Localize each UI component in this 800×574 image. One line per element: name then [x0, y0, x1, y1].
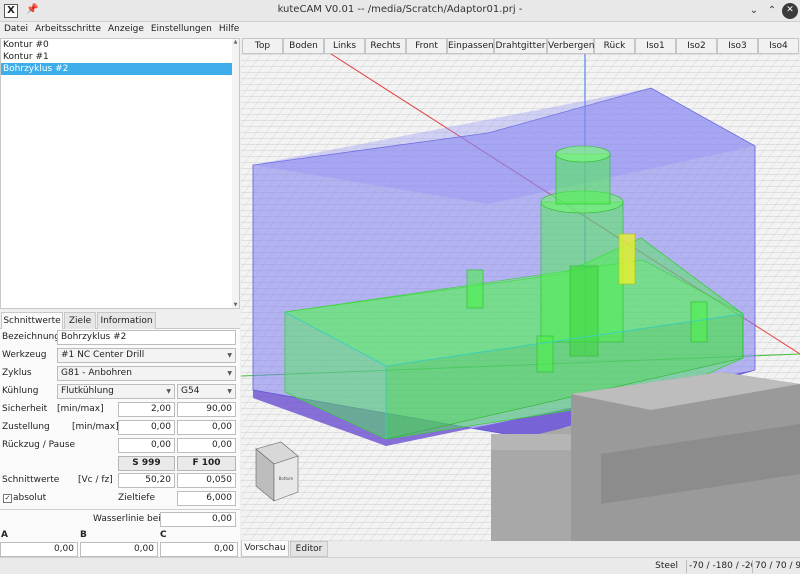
- chevron-down-icon: ▼: [227, 370, 232, 377]
- view-front-button[interactable]: Front: [406, 38, 447, 54]
- view-right-button[interactable]: Rechts: [365, 38, 406, 54]
- col-b-label: B: [80, 530, 87, 540]
- zieltiefe-label: Zieltiefe: [118, 493, 155, 503]
- min-coords-status: -70 / -180 / -20: [686, 560, 752, 573]
- chevron-down-icon: ▼: [227, 352, 232, 359]
- minimize-button[interactable]: ⌄: [746, 3, 762, 19]
- chevron-down-icon: ▼: [166, 388, 171, 395]
- view-iso2-button[interactable]: Iso2: [676, 38, 717, 54]
- sicherheit-min-input[interactable]: 2,00: [118, 402, 175, 417]
- view-cube-label: Bottom: [279, 476, 294, 481]
- zustellung-unit: [min/max]: [72, 422, 119, 432]
- close-button[interactable]: ✕: [782, 3, 798, 19]
- b-input[interactable]: 0,00: [80, 542, 158, 557]
- werkzeug-select[interactable]: #1 NC Center Drill ▼: [57, 348, 236, 363]
- wireframe-button[interactable]: Drahtgitter: [494, 38, 547, 54]
- schnittwerte-form: Bezeichnung Bohrzyklus #2 Werkzeug #1 NC…: [0, 329, 240, 557]
- view-iso3-button[interactable]: Iso3: [717, 38, 758, 54]
- absolut-label: absolut: [13, 493, 47, 503]
- g54-value: G54: [181, 386, 200, 396]
- kuehlung-value: Flutkühlung: [61, 386, 114, 396]
- tab-schnittwerte[interactable]: Schnittwerte: [1, 312, 63, 329]
- fz-input[interactable]: 0,050: [177, 473, 236, 488]
- rueckzug-label: Rückzug / Pause: [2, 440, 76, 450]
- zustellung-max-input[interactable]: 0,00: [177, 420, 236, 435]
- tab-ziele[interactable]: Ziele: [64, 312, 96, 329]
- col-a-label: A: [1, 530, 8, 540]
- bezeichnung-label: Bezeichnung: [2, 332, 60, 342]
- max-coords-status: 70 / 70 / 92: [752, 560, 800, 573]
- werkzeug-label: Werkzeug: [2, 350, 47, 360]
- scroll-up-icon[interactable]: ▲: [232, 39, 239, 45]
- title-bar: X 📌 kuteCAM V0.01 -- /media/Scratch/Adap…: [0, 0, 800, 22]
- menu-arbeitsschritte[interactable]: Arbeitsschritte: [31, 22, 104, 34]
- view-iso1-button[interactable]: Iso1: [635, 38, 676, 54]
- col-c-label: C: [160, 530, 167, 540]
- schnittwerte-unit: [Vc / fz]: [78, 475, 113, 485]
- 3d-preview-canvas[interactable]: Bottom: [241, 54, 800, 541]
- list-item[interactable]: Kontur #0: [1, 39, 233, 51]
- kuehlung-label: Kühlung: [2, 386, 39, 396]
- fit-button[interactable]: Einpassen: [447, 38, 494, 54]
- zustellung-min-input[interactable]: 0,00: [118, 420, 175, 435]
- wasserlinie-input[interactable]: 0,00: [160, 512, 236, 527]
- wasserlinie-label: Wasserlinie bei: [93, 514, 161, 524]
- view-bottom-button[interactable]: Boden: [283, 38, 324, 54]
- sicherheit-max-input[interactable]: 90,00: [177, 402, 236, 417]
- menu-einstellungen[interactable]: Einstellungen: [147, 22, 215, 34]
- zyklus-value: G81 - Anbohren: [61, 368, 132, 378]
- zyklus-select[interactable]: G81 - Anbohren ▼: [57, 366, 236, 381]
- material-status: Steel: [655, 561, 678, 571]
- scroll-down-icon[interactable]: ▼: [232, 302, 239, 308]
- status-bar: Steel -70 / -180 / -20 70 / 70 / 92: [0, 557, 800, 574]
- sicherheit-unit: [min/max]: [57, 404, 104, 414]
- window-title: kuteCAM V0.01 -- /media/Scratch/Adaptor0…: [277, 4, 523, 15]
- hide-button[interactable]: Verbergen: [547, 38, 594, 54]
- divider: [0, 509, 240, 510]
- list-item[interactable]: Kontur #1: [1, 51, 233, 63]
- rueckzug-input[interactable]: 0,00: [118, 438, 175, 453]
- menu-bar: Datei Arbeitsschritte Anzeige Einstellungen…: [0, 22, 800, 38]
- scene-graphics: Bottom: [241, 54, 800, 541]
- list-item-selected[interactable]: Bohrzyklus #2: [1, 63, 233, 75]
- spindle-speed-button[interactable]: S 999: [118, 456, 175, 471]
- absolut-checkbox[interactable]: ✓: [3, 494, 12, 503]
- feed-rate-button[interactable]: F 100: [177, 456, 236, 471]
- coordinate-system-select[interactable]: G54 ▼: [177, 384, 236, 399]
- bezeichnung-input[interactable]: Bohrzyklus #2: [57, 330, 236, 345]
- list-scrollbar[interactable]: ▲ ▼: [232, 39, 239, 308]
- menu-datei[interactable]: Datei: [0, 22, 31, 34]
- menu-hilfe[interactable]: Hilfe: [215, 22, 242, 34]
- a-input[interactable]: 0,00: [0, 542, 78, 557]
- vc-input[interactable]: 50,20: [118, 473, 175, 488]
- zustellung-label: Zustellung: [2, 422, 50, 432]
- property-tabs: Schnittwerte Ziele Information: [0, 311, 240, 329]
- c-input[interactable]: 0,00: [160, 542, 238, 557]
- kuehlung-select[interactable]: Flutkühlung ▼: [57, 384, 175, 399]
- zyklus-label: Zyklus: [2, 368, 32, 378]
- tab-vorschau[interactable]: Vorschau: [241, 541, 289, 557]
- maximize-button[interactable]: ⌃: [764, 3, 780, 19]
- view-back-button[interactable]: Rück: [594, 38, 635, 54]
- tab-information[interactable]: Information: [97, 312, 156, 329]
- left-panel: Kontur #0 Kontur #1 Bohrzyklus #2 ▲ ▼ Sc…: [0, 38, 240, 557]
- tab-editor[interactable]: Editor: [290, 541, 328, 557]
- view-toolbar: Top Boden Links Rechts Front Einpassen D…: [241, 38, 800, 54]
- chevron-down-icon: ▼: [227, 388, 232, 395]
- schnittwerte-label: Schnittwerte: [2, 475, 60, 485]
- sicherheit-label: Sicherheit: [2, 404, 48, 414]
- zieltiefe-input[interactable]: 6,000: [177, 491, 236, 506]
- werkzeug-value: #1 NC Center Drill: [61, 350, 145, 360]
- pause-input[interactable]: 0,00: [177, 438, 236, 453]
- menu-anzeige[interactable]: Anzeige: [104, 22, 147, 34]
- bottom-tabs: Vorschau Editor: [241, 541, 800, 557]
- view-left-button[interactable]: Links: [324, 38, 365, 54]
- view-top-button[interactable]: Top: [242, 38, 283, 54]
- viewport-panel: Top Boden Links Rechts Front Einpassen D…: [241, 38, 800, 557]
- view-iso4-button[interactable]: Iso4: [758, 38, 799, 54]
- operation-list[interactable]: Kontur #0 Kontur #1 Bohrzyklus #2 ▲ ▼: [0, 38, 240, 309]
